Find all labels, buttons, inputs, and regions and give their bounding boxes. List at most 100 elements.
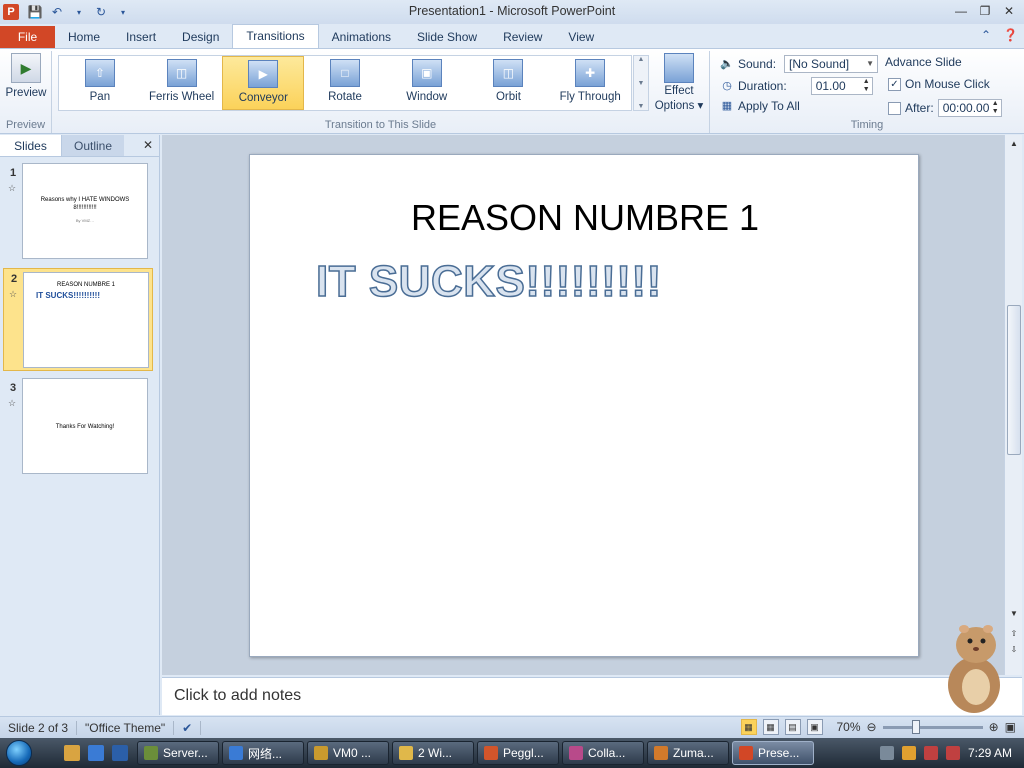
quick-launch-icon[interactable] — [112, 745, 128, 761]
zoom-level[interactable]: 70% — [837, 720, 861, 734]
transition-label: Pan — [89, 91, 111, 103]
gallery-scroll[interactable]: ▲ ▼ ▼ — [633, 55, 649, 111]
tab-transitions[interactable]: Transitions — [232, 24, 319, 48]
after-checkbox[interactable] — [888, 101, 901, 115]
task-label: Server... — [163, 746, 208, 760]
next-slide-icon[interactable]: ⇩ — [1007, 645, 1021, 659]
on-mouse-click-label: On Mouse Click — [905, 77, 990, 91]
customize-qat-icon[interactable]: ▾ — [115, 4, 131, 20]
redo-icon[interactable]: ↻ — [93, 4, 109, 20]
close-button[interactable]: ✕ — [998, 2, 1020, 20]
slide-body-text[interactable]: IT SUCKS!!!!!!!!! — [315, 256, 662, 307]
tab-insert[interactable]: Insert — [113, 26, 169, 48]
apply-all-button[interactable]: ▦ Apply To All — [720, 99, 800, 113]
tab-design[interactable]: Design — [169, 26, 232, 48]
taskbar-task[interactable]: VM0 ... — [307, 741, 389, 765]
volume-icon[interactable] — [945, 746, 960, 760]
tab-view[interactable]: View — [555, 26, 607, 48]
tab-slides[interactable]: Slides — [0, 135, 62, 156]
effect-options-button[interactable]: Effect Options ▾ — [652, 53, 706, 115]
transition-ferris-wheel[interactable]: ◫ Ferris Wheel — [141, 56, 223, 110]
slide-thumbnail-2[interactable]: 2 ☆ REASON NUMBRE 1 IT SUCKS!!!!!!!!!! — [3, 268, 153, 371]
transition-conveyor[interactable]: ▶ Conveyor — [222, 56, 305, 110]
spell-check-icon[interactable]: ✔ — [174, 720, 202, 735]
slide-sorter-icon[interactable]: ▦ — [762, 719, 779, 735]
zoom-in-icon[interactable]: ⊕ — [989, 720, 999, 734]
slide-show-icon[interactable]: ▣ — [806, 719, 823, 735]
zoom-slider[interactable] — [882, 719, 983, 734]
taskbar-task[interactable]: Zuma... — [647, 741, 729, 765]
taskbar-tasks: Server... 网络... VM0 ... 2 Wi... Peggl... Coll… — [134, 741, 814, 765]
window-title: Presentation1 - Microsoft PowerPoint — [408, 4, 616, 18]
gallery-more-icon[interactable]: ▼ — [638, 103, 645, 110]
hamster-ear — [983, 625, 993, 633]
gallery-up-icon[interactable]: ▲ — [638, 56, 645, 63]
network-icon[interactable] — [923, 746, 938, 760]
taskbar-task[interactable]: 网络... — [222, 741, 304, 765]
scrollbar-thumb[interactable] — [1007, 305, 1021, 455]
transition-fly-through[interactable]: ✚ Fly Through — [549, 56, 631, 110]
tab-review[interactable]: Review — [490, 26, 555, 48]
quick-launch-icon[interactable] — [88, 745, 104, 761]
taskbar-task[interactable]: Colla... — [562, 741, 644, 765]
undo-icon[interactable]: ↶ — [49, 4, 65, 20]
save-icon[interactable]: 💾 — [27, 4, 43, 20]
transition-label: Rotate — [328, 91, 362, 103]
advance-slide-label: Advance Slide — [885, 55, 962, 69]
notes-pane[interactable]: Click to add notes — [162, 677, 1022, 715]
tab-file[interactable]: File — [0, 26, 55, 48]
tab-slide-show[interactable]: Slide Show — [404, 26, 490, 48]
theme-name[interactable]: "Office Theme" — [77, 720, 175, 735]
transition-rotate[interactable]: □ Rotate — [304, 56, 386, 110]
fit-to-window-icon[interactable]: ▣ — [1005, 720, 1016, 734]
tab-home[interactable]: Home — [55, 26, 113, 48]
taskbar-task[interactable]: Prese... — [732, 741, 814, 765]
spinner-arrows-icon[interactable]: ▲ ▼ — [863, 78, 870, 94]
normal-view-icon[interactable]: ▦ — [740, 719, 757, 735]
pane-tabs: Slides Outline ✕ — [0, 135, 159, 157]
current-slide[interactable]: REASON NUMBRE 1 IT SUCKS!!!!!!!!! — [249, 154, 919, 657]
help-icon[interactable]: ❓ — [1003, 28, 1018, 42]
sound-combo[interactable]: [No Sound] ▼ — [784, 55, 879, 73]
task-label: 网络... — [248, 746, 283, 761]
zoom-slider-knob[interactable] — [911, 719, 920, 734]
spinner-arrows-icon[interactable]: ▲ ▼ — [992, 100, 999, 116]
transition-pan[interactable]: ⇧ Pan — [59, 56, 141, 110]
after-spinner[interactable]: 00:00.00 ▲ ▼ — [937, 99, 1002, 117]
scroll-up-icon[interactable]: ▲ — [1007, 139, 1021, 153]
zoom-out-icon[interactable]: ⊖ — [867, 720, 877, 734]
slide-title[interactable]: REASON NUMBRE 1 — [250, 197, 918, 239]
transition-label: Ferris Wheel — [148, 91, 215, 103]
on-mouse-click-checkbox[interactable]: ✓ — [888, 77, 901, 91]
scroll-down-icon[interactable]: ▼ — [1007, 609, 1021, 623]
duration-spinner[interactable]: 01.00 ▲ ▼ — [810, 77, 873, 95]
tab-animations[interactable]: Animations — [319, 26, 404, 48]
gallery-down-icon[interactable]: ▼ — [638, 80, 645, 87]
slide-thumbnail-1[interactable]: 1 ☆ Reasons why I HATE WINDOWS 8!!!!!!!!… — [0, 163, 158, 263]
reading-view-icon[interactable]: ▤ — [784, 719, 801, 735]
taskbar-task[interactable]: Server... — [137, 741, 219, 765]
task-app-icon — [739, 746, 753, 760]
transition-orbit[interactable]: ◫ Orbit — [468, 56, 550, 110]
tray-icon[interactable] — [901, 746, 916, 760]
tray-icon[interactable] — [879, 746, 894, 760]
slide-thumbnail-3[interactable]: 3 ☆ Thanks For Watching! — [0, 378, 158, 478]
minimize-ribbon-icon[interactable]: ⌃ — [981, 28, 991, 42]
minimize-button[interactable]: — — [950, 2, 972, 20]
restore-button[interactable]: ❐ — [974, 2, 996, 20]
vertical-scrollbar[interactable]: ▲ ▼ ⇧ ⇩ — [1004, 135, 1022, 675]
quick-launch-icon[interactable] — [64, 745, 80, 761]
taskbar-task[interactable]: Peggl... — [477, 741, 559, 765]
start-button[interactable] — [0, 738, 38, 768]
close-pane-icon[interactable]: ✕ — [143, 138, 153, 152]
undo-dropdown-icon[interactable]: ▾ — [71, 4, 87, 20]
previous-slide-icon[interactable]: ⇧ — [1007, 629, 1021, 643]
powerpoint-app-icon[interactable]: P — [3, 4, 19, 20]
taskbar-task[interactable]: 2 Wi... — [392, 741, 474, 765]
slide-counter: Slide 2 of 3 — [0, 720, 78, 735]
hamster-mascot[interactable] — [936, 615, 1008, 715]
clock[interactable]: 7:29 AM — [968, 746, 1012, 760]
transition-window[interactable]: ▣ Window — [386, 56, 468, 110]
preview-button[interactable]: ▶ Preview — [4, 53, 48, 109]
tab-outline[interactable]: Outline — [62, 135, 124, 156]
